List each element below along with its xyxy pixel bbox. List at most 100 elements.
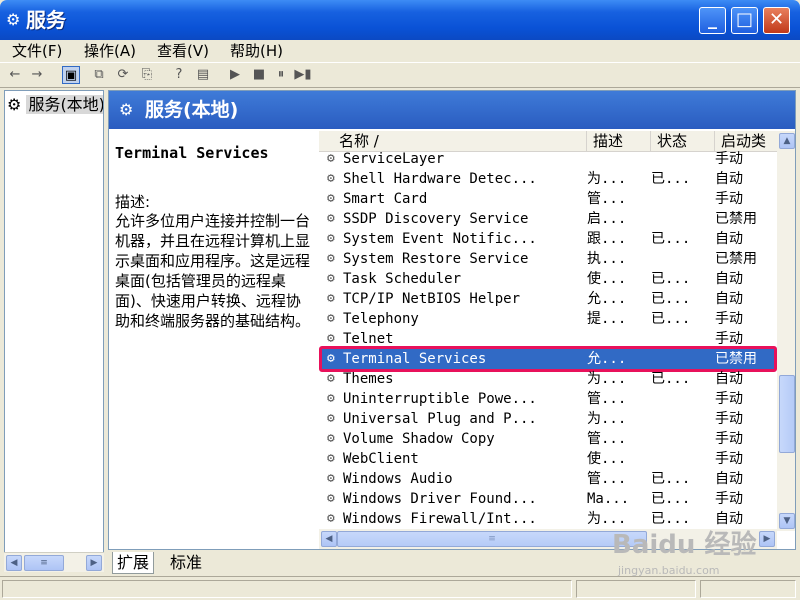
help-icon[interactable]: ?	[170, 66, 188, 84]
gears-icon: ⚙	[119, 100, 134, 119]
service-row[interactable]: ⚙ System Restore Service 执... 已禁用	[319, 249, 777, 269]
service-name: Telnet	[343, 331, 394, 347]
service-name: System Event Notific...	[343, 231, 537, 247]
export-icon[interactable]: ⎘	[138, 66, 156, 84]
service-row[interactable]: ⚙ TCP/IP NetBIOS Helper 允... 已... 自动	[319, 289, 777, 309]
service-row[interactable]: ⚙ SSDP Discovery Service 启... 已禁用	[319, 209, 777, 229]
service-row[interactable]: ⚙ Telephony 提... 已... 手动	[319, 309, 777, 329]
menu-bar: 文件(F) 操作(A) 查看(V) 帮助(H)	[0, 40, 800, 62]
service-name: Windows Driver Found...	[343, 491, 537, 507]
service-description: 管...	[587, 191, 627, 207]
service-status: 已...	[651, 311, 691, 327]
column-startup-type[interactable]: 启动类	[715, 131, 777, 151]
gear-icon: ⚙	[327, 351, 335, 366]
pause-service-icon[interactable]: ⏸	[272, 66, 290, 84]
service-row[interactable]: ⚙ Universal Plug and P... 为... 手动	[319, 409, 777, 429]
console-icon[interactable]: ▤	[194, 66, 212, 84]
gear-icon: ⚙	[327, 251, 335, 266]
restart-service-icon[interactable]: ▶▮	[294, 66, 312, 84]
status-segment-2	[576, 580, 696, 598]
service-row[interactable]: ⚙ System Event Notific... 跟... 已... 自动	[319, 229, 777, 249]
scroll-thumb[interactable]: ≡	[24, 555, 64, 571]
service-startup-type: 手动	[715, 331, 743, 347]
service-row[interactable]: ⚙ Uninterruptible Powe... 管... 手动	[319, 389, 777, 409]
gear-icon: ⚙	[327, 271, 335, 286]
stop-service-icon[interactable]: ■	[250, 66, 268, 84]
pane-banner: ⚙ 服务(本地)	[109, 91, 795, 129]
service-startup-type: 手动	[715, 491, 743, 507]
tree-item-label: 服务(本地)	[26, 95, 103, 114]
minimize-icon: _	[708, 9, 717, 30]
service-startup-type: 自动	[715, 471, 743, 487]
maximize-button[interactable]: □	[731, 7, 758, 34]
close-button[interactable]: ✕	[763, 7, 790, 34]
tab-extended[interactable]: 扩展	[112, 552, 155, 574]
menu-view[interactable]: 查看(V)	[157, 41, 209, 61]
service-row[interactable]: ⚙ Terminal Services 允... 已禁用	[319, 349, 777, 369]
column-status[interactable]: 状态	[651, 131, 715, 151]
scroll-left-icon[interactable]: ◀	[321, 531, 337, 547]
gear-icon: ⚙	[327, 371, 335, 386]
service-description: 使...	[587, 451, 627, 467]
service-name: Universal Plug and P...	[343, 411, 537, 427]
vertical-scroll-thumb[interactable]	[779, 375, 795, 453]
service-row[interactable]: ⚙ Themes 为... 已... 自动	[319, 369, 777, 389]
view-tabs: 扩展 标准	[108, 552, 408, 574]
properties-icon[interactable]: ⧉	[90, 66, 108, 84]
service-startup-type: 已禁用	[715, 211, 757, 227]
service-startup-type: 手动	[715, 151, 743, 167]
service-startup-type: 手动	[715, 451, 743, 467]
tab-standard[interactable]: 标准	[166, 552, 206, 574]
list-vertical-scrollbar[interactable]: ▲ ▼	[777, 131, 795, 531]
service-row[interactable]: ⚙ Windows Audio 管... 已... 自动	[319, 469, 777, 489]
menu-help[interactable]: 帮助(H)	[230, 41, 283, 61]
gear-icon: ⚙	[327, 231, 335, 246]
menu-file[interactable]: 文件(F)	[12, 41, 62, 61]
service-startup-type: 自动	[715, 171, 743, 187]
service-row[interactable]: ⚙ Volume Shadow Copy 管... 手动	[319, 429, 777, 449]
service-row[interactable]: ⚙ Telnet 手动	[319, 329, 777, 349]
gear-icon: ⚙	[327, 331, 335, 346]
scroll-down-icon[interactable]: ▼	[779, 513, 795, 529]
service-name: System Restore Service	[343, 251, 529, 267]
maximize-icon: □	[735, 9, 753, 30]
refresh-icon[interactable]: ⟳	[114, 66, 132, 84]
scroll-left-icon[interactable]: ◀	[6, 555, 22, 571]
service-status: 已...	[651, 491, 691, 507]
gears-icon: ⚙	[7, 95, 22, 114]
title-bar[interactable]: ⚙ 服务 _ □ ✕	[0, 0, 800, 40]
scroll-right-icon[interactable]: ▶	[86, 555, 102, 571]
tree-horizontal-scrollbar[interactable]: ◀ ≡ ▶	[4, 552, 104, 572]
horizontal-scroll-thumb[interactable]: ≡	[337, 531, 647, 547]
status-segment-3	[700, 580, 796, 598]
menu-action[interactable]: 操作(A)	[84, 41, 136, 61]
start-service-icon[interactable]: ▶	[226, 66, 244, 84]
service-row[interactable]: ⚙ Windows Driver Found... Ma... 已... 手动	[319, 489, 777, 509]
baidu-watermark-url: jingyan.baidu.com	[618, 564, 720, 577]
banner-title: 服务(本地)	[145, 99, 239, 121]
service-row[interactable]: ⚙ WebClient 使... 手动	[319, 449, 777, 469]
service-row[interactable]: ⚙ ServiceLayer 手动	[319, 151, 777, 169]
service-description: 管...	[587, 471, 627, 487]
scroll-right-icon[interactable]: ▶	[759, 531, 775, 547]
service-row[interactable]: ⚙ Shell Hardware Detec... 为... 已... 自动	[319, 169, 777, 189]
service-row[interactable]: ⚙ Task Scheduler 使... 已... 自动	[319, 269, 777, 289]
service-row[interactable]: ⚙ Smart Card 管... 手动	[319, 189, 777, 209]
column-description[interactable]: 描述	[587, 131, 651, 151]
gear-icon: ⚙	[327, 291, 335, 306]
gear-icon: ⚙	[327, 491, 335, 506]
gear-icon: ⚙	[327, 171, 335, 186]
tree-item-services-local[interactable]: ⚙ 服务(本地)	[7, 94, 103, 116]
minimize-button[interactable]: _	[699, 7, 726, 34]
scroll-up-icon[interactable]: ▲	[779, 133, 795, 149]
service-startup-type: 自动	[715, 231, 743, 247]
forward-icon[interactable]: →	[28, 66, 46, 84]
show-tree-icon[interactable]: ▣	[62, 66, 80, 84]
service-startup-type: 已禁用	[715, 251, 757, 267]
column-name[interactable]: 名称 /	[319, 131, 587, 151]
service-name: Task Scheduler	[343, 271, 462, 287]
back-icon[interactable]: ←	[6, 66, 24, 84]
service-startup-type: 自动	[715, 271, 743, 287]
service-description: Ma...	[587, 491, 630, 507]
service-description: 管...	[587, 431, 627, 447]
